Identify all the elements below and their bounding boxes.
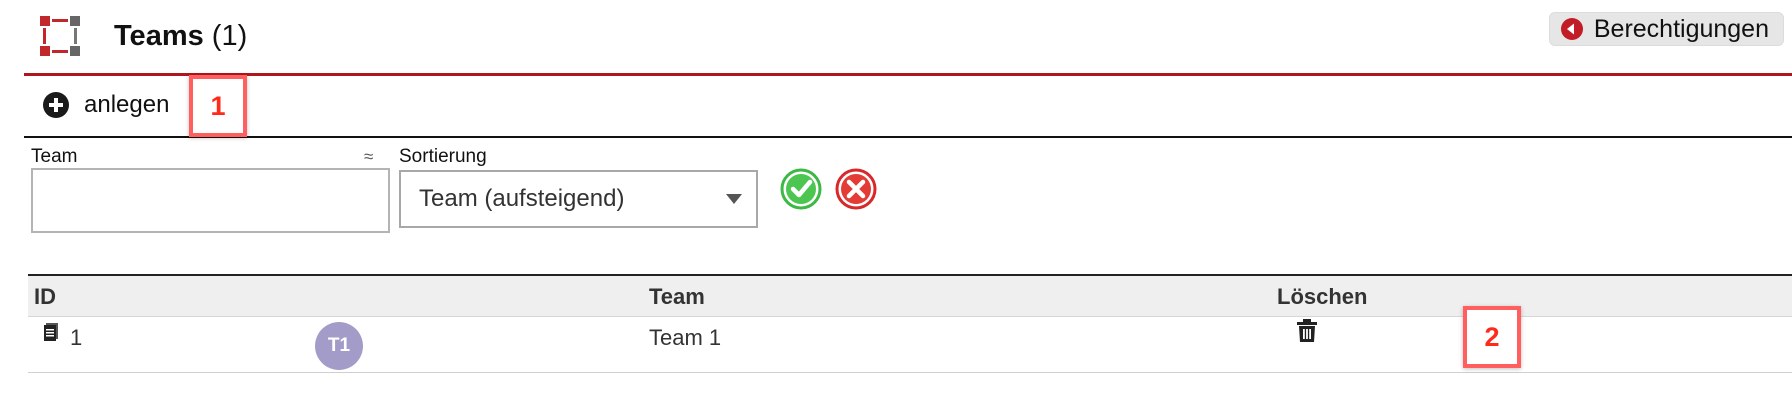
table-header-row xyxy=(28,276,1792,317)
header-divider xyxy=(24,73,1792,76)
sort-label: Sortierung xyxy=(399,146,487,167)
team-filter-label: Team xyxy=(31,146,78,167)
app-logo-icon xyxy=(40,16,80,56)
reset-filter-button[interactable] xyxy=(835,168,877,210)
back-arrow-icon xyxy=(1560,18,1583,40)
apply-filter-button[interactable] xyxy=(780,168,822,210)
toolbar-divider xyxy=(24,136,1792,138)
sort-select[interactable]: Team (aufsteigend) xyxy=(399,170,758,228)
row-id: 1 xyxy=(70,325,83,350)
create-label: anlegen xyxy=(84,91,170,118)
annotation-marker-2: 2 xyxy=(1463,306,1521,368)
chevron-down-icon xyxy=(726,194,742,204)
column-header-delete: Löschen xyxy=(1277,284,1368,309)
trash-icon[interactable] xyxy=(1296,319,1318,343)
avatar: T1 xyxy=(315,322,363,370)
sort-selected-value: Team (aufsteigend) xyxy=(419,185,625,212)
document-icon[interactable] xyxy=(43,322,59,342)
approx-match-symbol: ≈ xyxy=(364,147,374,166)
column-header-team[interactable]: Team xyxy=(649,284,705,310)
column-header-id[interactable]: ID xyxy=(34,284,56,310)
plus-circle-icon xyxy=(43,92,69,118)
permissions-label: Berechtigungen xyxy=(1593,14,1769,43)
record-count: (1) xyxy=(211,20,248,52)
page-title: Teams (1) xyxy=(114,20,248,52)
row-team-name: Team 1 xyxy=(649,325,722,350)
annotation-marker-1: 1 xyxy=(189,75,247,137)
create-button[interactable]: anlegen xyxy=(42,91,169,119)
team-filter-input[interactable] xyxy=(31,168,390,233)
permissions-button[interactable]: Berechtigungen xyxy=(1548,12,1784,46)
row-divider xyxy=(28,372,1792,373)
